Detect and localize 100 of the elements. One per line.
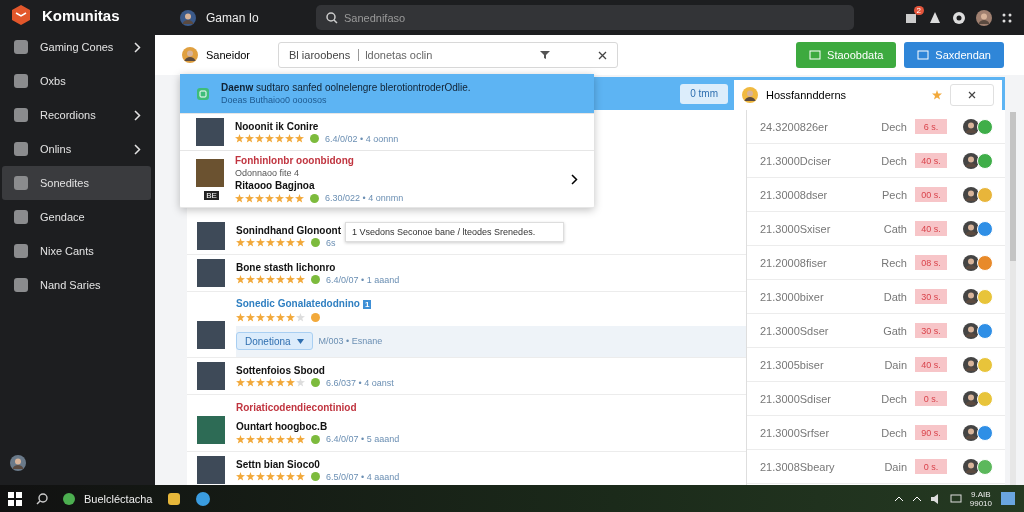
status-text: Dech	[881, 120, 907, 133]
search-icon[interactable]	[36, 492, 48, 505]
app-icon[interactable]	[62, 491, 76, 506]
filter-button[interactable]: 0 tmm	[680, 83, 728, 104]
caret-icon	[296, 338, 304, 344]
star-icon	[236, 434, 245, 444]
like-count: 40 s.	[915, 153, 947, 168]
search-field[interactable]: Sanednifaso	[316, 5, 854, 30]
notice-text: Daenw sudtaro sanfed oolnelengre blerotiontroderOdlie.	[221, 82, 471, 93]
sidebar-item[interactable]: Recordions	[2, 98, 151, 132]
avatar-icon	[963, 118, 979, 135]
date-text: 21.3000Srfser	[760, 426, 831, 439]
star-icon	[275, 134, 284, 143]
date-text: 21.30008dser	[760, 188, 829, 201]
grid-icon[interactable]	[1002, 12, 1012, 23]
game-thumbnail	[197, 222, 225, 250]
filter-field[interactable]: Bl iaroobens ldonetas oclin	[278, 42, 618, 68]
network-icon[interactable]	[949, 493, 962, 504]
star-icon	[276, 238, 285, 247]
star-icon	[276, 434, 285, 444]
status-text: Rech	[881, 256, 907, 269]
nav-icon	[14, 210, 28, 224]
button-icon	[809, 50, 822, 60]
star-icon	[286, 472, 295, 481]
close-icon[interactable]	[598, 50, 607, 60]
funnel-icon[interactable]	[540, 50, 550, 60]
chevron-icon	[571, 173, 578, 185]
sidebar-item[interactable]: Gaming Cones	[2, 30, 151, 64]
star-icon	[245, 193, 254, 203]
star-icon	[266, 275, 275, 284]
nav-icon	[14, 108, 28, 122]
star-icon	[256, 378, 265, 387]
star-icon	[296, 238, 305, 247]
tooltip: 1 Vsedons Seconoe bane / lteodes Srenedes.	[345, 222, 564, 242]
sidebar-item[interactable]: Gendace	[2, 200, 151, 234]
badge-icon	[311, 275, 320, 284]
dropdown-item[interactable]: Daenw sudtaro sanfed oolnelengre blerotiontroderOdlie. Doeas Buthaioo0 oooosos	[180, 74, 594, 114]
game-title: Sonindhand Glonoont	[236, 224, 341, 236]
list-row[interactable]: Bone stasth lichonro 6.4/0/07 • 1 aaand	[187, 255, 746, 292]
logo-icon	[10, 4, 32, 26]
star-icon	[236, 313, 245, 322]
taskbar-app-label[interactable]: Buelcléctacha	[84, 492, 153, 505]
star-icon[interactable]	[932, 90, 942, 100]
game-meta: 6.4/0/02 • 4 oonnn	[325, 133, 399, 144]
star-icon	[286, 275, 295, 284]
star-icon	[285, 134, 294, 143]
avatar-icon	[180, 9, 196, 26]
action-button[interactable]: Saxdendan	[904, 42, 1004, 68]
avatar-icon	[963, 254, 979, 271]
caret-icon[interactable]	[911, 495, 922, 502]
sidebar-item[interactable]: Onlins	[2, 132, 151, 166]
list-row[interactable]: Roriaticodendiecontiniod Ountart hoogboc.B 6.4/0/07 • 5 aaand	[187, 395, 746, 452]
windows-icon[interactable]	[8, 491, 22, 506]
star-icon	[265, 134, 274, 143]
badge-icon	[311, 378, 320, 387]
date-text: 21.3000Sdiser	[760, 392, 832, 405]
avatar-icon	[963, 152, 979, 169]
star-icon	[296, 472, 305, 481]
nav-icon	[14, 244, 28, 258]
star-icon	[276, 378, 285, 387]
game-title: Sonedic Gonalatedodnino 1	[236, 298, 373, 309]
category-dropdown[interactable]: Donetiona	[236, 332, 313, 350]
scrollbar[interactable]	[1010, 112, 1016, 485]
avatar-icon	[182, 47, 198, 63]
star-icon	[246, 313, 255, 322]
star-icon	[266, 378, 275, 387]
star-icon	[236, 378, 245, 387]
star-icon	[276, 275, 285, 284]
dropdown-item[interactable]: BE Fonhinlonbr ooonbidong Odonnaoo fite 4 Ritaooo Bagjnoa 6.30/022 • 4 onnmn	[180, 151, 594, 208]
sidebar-item[interactable]: Nixe Cants	[2, 234, 151, 268]
avatar-icon	[963, 220, 979, 237]
game-meta: 6.5/0/07 • 4 aaand	[326, 471, 400, 482]
star-icon	[256, 313, 265, 322]
dropdown-item[interactable]: Nooonit ik Conire 6.4/0/02 • 4 oonnn	[180, 114, 594, 151]
star-icon	[295, 134, 304, 143]
like-count: 40 s.	[915, 221, 947, 236]
list-row[interactable]: Sonedic Gonalatedodnino 1 Donetiona M/003 • Esnane	[187, 292, 746, 358]
sidebar-item[interactable]: Oxbs	[2, 64, 151, 98]
avatar-icon	[963, 390, 979, 407]
sidebar-item[interactable]: Sonedites	[2, 166, 151, 200]
game-title: Nooonit ik Conire	[235, 120, 320, 132]
status-text: Dath	[883, 290, 907, 303]
star-icon	[235, 193, 244, 203]
star-icon	[256, 238, 265, 247]
app-icon[interactable]	[194, 490, 211, 507]
like-count: 08 s.	[915, 255, 947, 270]
status-text: Cath	[883, 222, 907, 235]
game-meta: 6s	[326, 237, 336, 248]
game-thumbnail	[197, 456, 225, 484]
date-text: 21.3005biser	[760, 358, 825, 371]
status-text: Pech	[881, 188, 907, 201]
game-thumbnail	[197, 362, 225, 390]
star-icon	[266, 238, 275, 247]
app-icon[interactable]	[166, 491, 181, 506]
button-icon	[917, 50, 930, 60]
game-thumbnail	[197, 320, 225, 349]
clock[interactable]: 9.AIB 99010	[969, 489, 992, 508]
sidebar-item[interactable]: Nand Saries	[2, 268, 151, 302]
list-row[interactable]: Sottenfoios Sbood 6.6/037 • 4 oanst	[187, 358, 746, 395]
caret-icon[interactable]	[893, 495, 904, 502]
